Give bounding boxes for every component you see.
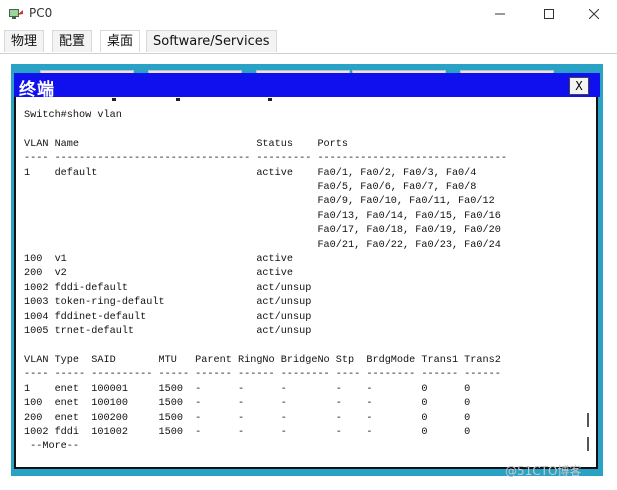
tab-config[interactable]: 配置	[52, 30, 93, 52]
terminal-line: 1 enet 100001 1500 - - - - - 0 0	[24, 383, 471, 395]
window-title: PC0	[29, 6, 53, 20]
minimize-button[interactable]	[477, 0, 523, 28]
scrolled-text-fragment	[268, 98, 272, 101]
terminal-line: 1005 trnet-default act/unsup	[24, 326, 312, 338]
scrolled-text-fragment	[112, 98, 116, 101]
tab-bar: 物理 配置 桌面 Software/Services	[0, 28, 617, 54]
terminal-line: Fa0/21, Fa0/22, Fa0/23, Fa0/24	[24, 239, 501, 251]
window-titlebar: PC0	[0, 0, 617, 28]
terminal-line: 200 enet 100200 1500 - - - - - 0 0	[24, 412, 471, 424]
tab-desktop[interactable]: 桌面	[100, 30, 141, 52]
maximize-button[interactable]	[526, 0, 572, 28]
terminal-line: Fa0/9, Fa0/10, Fa0/11, Fa0/12	[24, 196, 495, 208]
terminal-line: 1004 fddinet-default act/unsup	[24, 311, 312, 323]
terminal-line: Fa0/5, Fa0/6, Fa0/7, Fa0/8	[24, 182, 477, 194]
terminal-line: 1002 fddi-default act/unsup	[24, 282, 312, 294]
packet-tracer-pc-icon	[9, 9, 23, 19]
terminal-line: Fa0/17, Fa0/18, Fa0/19, Fa0/20	[24, 225, 501, 237]
terminal-line: ---- -------------------------------- --…	[24, 153, 507, 165]
terminal-line: VLAN Name Status Ports	[24, 138, 349, 150]
close-window-button[interactable]	[571, 0, 617, 28]
terminal-line: Fa0/13, Fa0/14, Fa0/15, Fa0/16	[24, 210, 501, 222]
terminal-line: ---- ----- ---------- ----- ------ -----…	[24, 369, 501, 381]
scrolled-text-fragment	[176, 98, 180, 101]
terminal-close-button[interactable]: X	[569, 77, 589, 95]
terminal-line: Switch#show vlan	[24, 110, 122, 121]
terminal-line: 200 v2 active	[24, 268, 293, 280]
minimize-icon	[495, 13, 505, 15]
close-icon	[589, 9, 599, 19]
terminal-line: 1 default active Fa0/1, Fa0/2, Fa0/3, Fa…	[24, 167, 477, 179]
terminal-line: 1003 token-ring-default act/unsup	[24, 297, 312, 309]
terminal-line: 1002 fddi 101002 1500 - - - - - 0 0	[24, 426, 471, 438]
terminal-text: Switch#show vlan VLAN Name Status Ports …	[24, 109, 507, 455]
tab-software-services[interactable]: Software/Services	[146, 30, 277, 52]
tab-physical[interactable]: 物理	[4, 30, 45, 52]
terminal-line: 100 v1 active	[24, 254, 293, 266]
watermark: @51CTO博客	[505, 464, 582, 478]
maximize-icon	[544, 9, 554, 19]
scrollbar-mark[interactable]	[587, 437, 589, 451]
terminal-line: 100 enet 100100 1500 - - - - - 0 0	[24, 398, 471, 410]
terminal-line: VLAN Type SAID MTU Parent RingNo BridgeN…	[24, 354, 501, 366]
more-prompt: --More--	[24, 441, 80, 453]
scrollbar-mark[interactable]	[587, 413, 589, 427]
terminal-titlebar	[14, 73, 600, 97]
